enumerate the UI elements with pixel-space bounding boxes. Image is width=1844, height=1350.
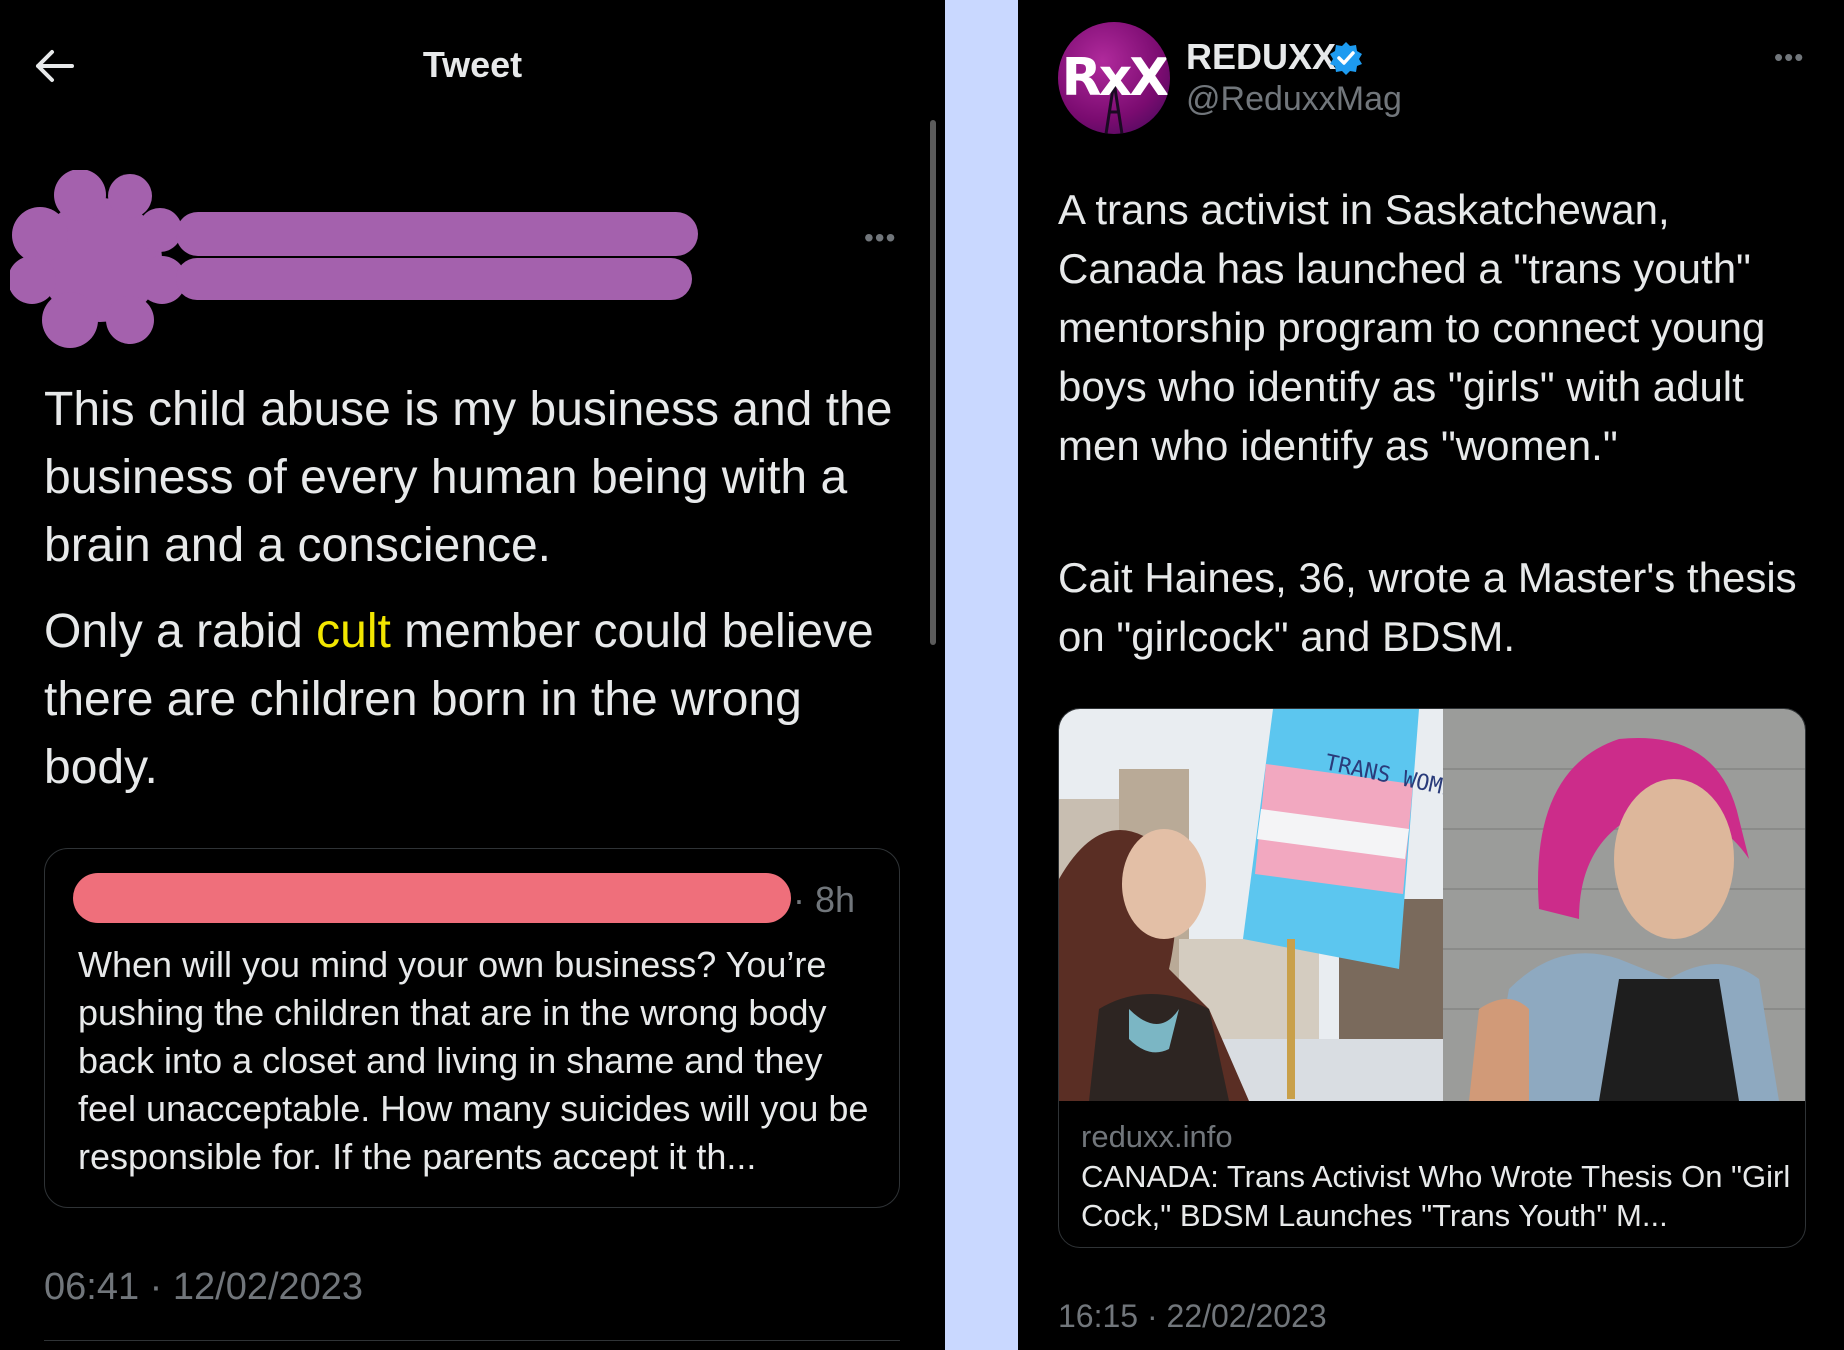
redacted-quoted-author: [73, 873, 791, 923]
author-handle[interactable]: @ReduxxMag: [1186, 80, 1402, 119]
divider: [44, 1340, 900, 1341]
avatar-logo-text: RxX: [1061, 48, 1170, 108]
link-title: CANADA: Trans Activist Who Wrote Thesis …: [1081, 1159, 1791, 1233]
redacted-author-name: [176, 212, 698, 256]
highlighted-word: cult: [316, 605, 391, 658]
more-options-icon[interactable]: •••: [1774, 42, 1804, 73]
right-tweet-panel: RxX REDUXX @ReduxxMag ••• A trans activi…: [1018, 0, 1844, 1350]
tweet-timestamp: 16:15 · 22/02/2023: [1058, 1298, 1327, 1334]
tweet-text-paragraph-2: Only a rabid cult member could believe t…: [44, 598, 904, 802]
author-display-name[interactable]: REDUXX: [1186, 36, 1336, 78]
quoted-tweet-time: · 8h: [793, 879, 856, 920]
tweet-text-paragraph-2: Cait Haines, 36, wrote a Master's thesis…: [1058, 554, 1797, 660]
redacted-author-handle: [176, 258, 692, 300]
reduxx-avatar[interactable]: RxX: [1058, 22, 1170, 134]
quoted-tweet-text: When will you mind your own business? Yo…: [78, 944, 869, 1177]
article-photo: TRANS WOMEN ARE WOMEN: [1059, 709, 1805, 1101]
link-domain: reduxx.info: [1081, 1119, 1233, 1154]
redacted-author-avatar: [10, 170, 186, 348]
tweet-text-paragraph-1: This child abuse is my business and the …: [44, 383, 893, 572]
quoted-tweet-card[interactable]: · 8h When will you mind your own busines…: [44, 848, 900, 1208]
verified-badge-icon: [1330, 42, 1362, 75]
link-preview-card[interactable]: TRANS WOMEN ARE WOMEN reduxx.info CANADA…: [1058, 708, 1806, 1248]
left-tweet-panel: Tweet ••• This child abuse is my busines…: [0, 0, 945, 1350]
page-title: Tweet: [422, 44, 523, 85]
tweet-text-before: Only a rabid: [44, 605, 317, 658]
tweet-timestamp: 06:41 · 12/02/2023: [44, 1266, 364, 1308]
scrollbar[interactable]: [930, 120, 936, 645]
tweet-text-paragraph-1: A trans activist in Saskatchewan, Canada…: [1058, 186, 1766, 469]
more-options-icon[interactable]: •••: [864, 222, 896, 254]
